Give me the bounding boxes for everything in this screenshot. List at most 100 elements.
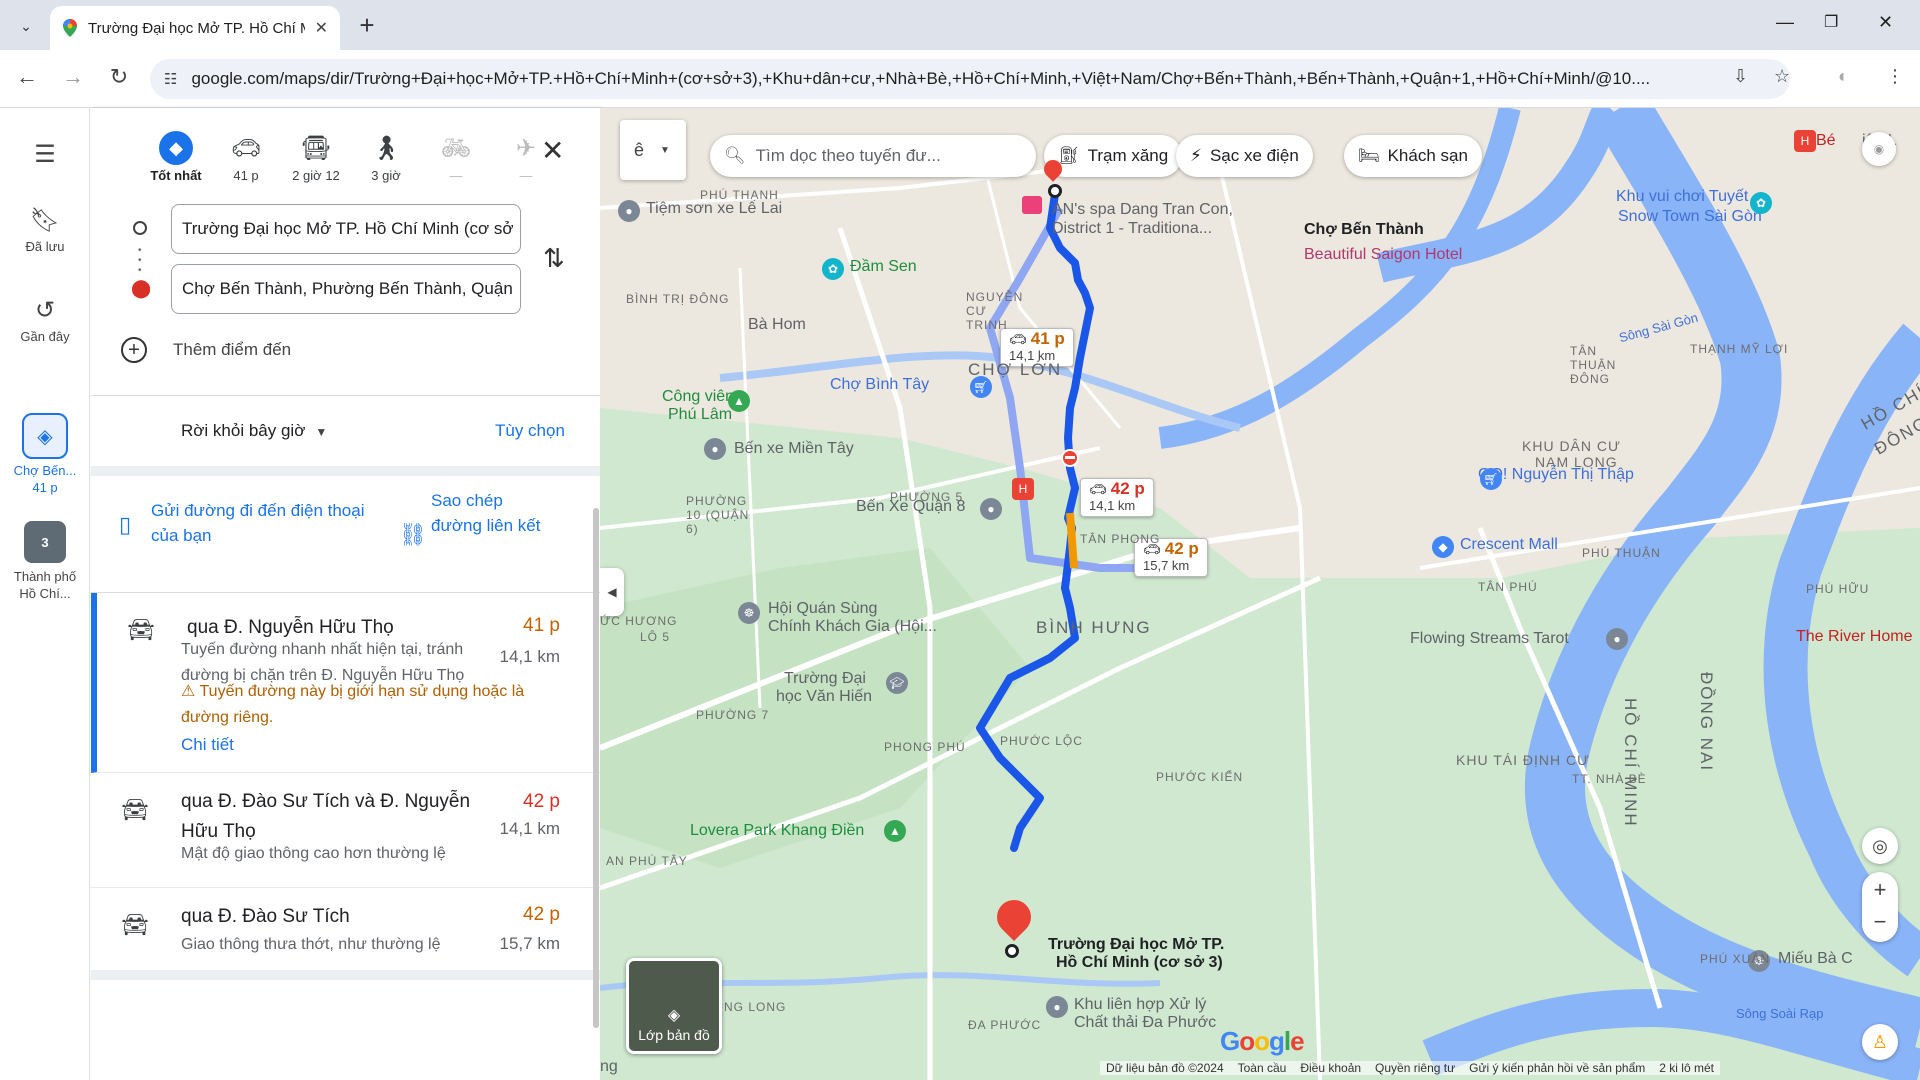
map-scale-label[interactable]: 2 ki lô mét bbox=[1659, 1061, 1714, 1075]
directions-recent-label[interactable]: Chợ Bến... 41 p bbox=[0, 462, 90, 496]
reload-icon[interactable]: ↻ bbox=[104, 64, 134, 90]
browser-menu-icon[interactable]: ⋮ bbox=[1886, 66, 1904, 87]
map-label-origin-2[interactable]: Hồ Chí Minh (cơ sở 3) bbox=[1056, 954, 1223, 972]
forward-icon[interactable]: → bbox=[58, 64, 88, 90]
footer-terms-link[interactable]: Điều khoản bbox=[1300, 1061, 1361, 1075]
shopping-cart-icon[interactable]: 🛒︎ bbox=[970, 376, 992, 398]
map-label-river-home[interactable]: The River Home bbox=[1796, 628, 1912, 646]
map-label-ben-thanh[interactable]: Chợ Bến Thành bbox=[1304, 221, 1424, 239]
map-label-spa[interactable]: AN's spa Dang Tran Con, District 1 - Tra… bbox=[1052, 200, 1242, 238]
account-avatar[interactable]: ◉ bbox=[1862, 132, 1896, 166]
map-label-phu-lam[interactable]: Phú Lâm bbox=[668, 406, 732, 424]
park-icon[interactable]: ▲ bbox=[884, 820, 906, 842]
point-of-interest-icon[interactable]: ● bbox=[1606, 628, 1628, 650]
mode-best[interactable]: ◆ Tốt nhất bbox=[141, 128, 211, 183]
map-label-van-hien[interactable]: Trường Đại bbox=[784, 670, 866, 688]
origin-input[interactable]: Trường Đại học Mở TP. Hồ Chí Minh (cơ sở bbox=[171, 204, 521, 254]
map-label-be[interactable]: Bé bbox=[1816, 132, 1836, 150]
destination-input[interactable]: Chợ Bến Thành, Phường Bến Thành, Quận bbox=[171, 264, 521, 314]
map-label-van-hien-2[interactable]: học Văn Hiến bbox=[776, 688, 872, 706]
eta-callout-2[interactable]: 🚗︎ 42 p 14,1 km bbox=[1080, 478, 1154, 517]
route-option-2[interactable]: 🚘︎ qua Đ. Đào Sư Tích và Đ. Nguyễn Hữu T… bbox=[91, 773, 600, 888]
park-icon[interactable]: ▲ bbox=[728, 390, 750, 412]
tab-search-icon[interactable]: ⌄ bbox=[12, 12, 40, 40]
bus-station-icon[interactable]: ● bbox=[980, 498, 1002, 520]
install-app-icon[interactable]: ⇩ bbox=[1733, 66, 1748, 87]
bookmark-star-icon[interactable]: ☆ bbox=[1774, 66, 1790, 87]
map-label-cong-vien[interactable]: Công viên bbox=[662, 388, 734, 406]
zoom-in-icon[interactable]: + bbox=[1874, 873, 1887, 907]
map-canvas[interactable]: ê ▼ 🔍︎ Tìm dọc theo tuyến đư... ⛽︎ Trạm x… bbox=[600, 108, 1920, 1080]
tab-close-icon[interactable]: ✕ bbox=[315, 18, 328, 38]
footer-global-link[interactable]: Toàn cầu bbox=[1238, 1061, 1287, 1075]
zoom-out-icon[interactable]: − bbox=[1874, 907, 1887, 941]
send-to-phone-icon[interactable]: ▯ bbox=[119, 512, 131, 538]
search-along-route-input[interactable]: 🔍︎ Tìm dọc theo tuyến đư... bbox=[710, 135, 1036, 177]
amusement-park-icon[interactable]: ✿ bbox=[1750, 192, 1772, 214]
mode-transit[interactable]: 🚍︎ 2 giờ 12 bbox=[281, 128, 351, 184]
worship-icon[interactable]: ☸ bbox=[738, 602, 760, 624]
map-label-chat-thai[interactable]: Chất thải Đa Phước bbox=[1074, 1014, 1216, 1032]
panel-scrollbar[interactable] bbox=[593, 508, 599, 1028]
map-label-cho-binh-tay[interactable]: Chợ Bình Tây bbox=[830, 376, 929, 394]
chip-ev-charging[interactable]: ⚡︎ Sạc xe điện bbox=[1176, 135, 1313, 177]
route-option-1[interactable]: 🚘︎ qua Đ. Nguyễn Hữu Thọ 41 p 14,1 km Tu… bbox=[91, 593, 600, 773]
map-label-khu-xu-ly[interactable]: Khu liên hợp Xử lý bbox=[1074, 996, 1206, 1014]
footer-feedback-link[interactable]: Gửi ý kiến phản hồi về sản phẩm bbox=[1469, 1061, 1645, 1075]
map-layers-button[interactable]: ◈ Lớp bản đồ bbox=[626, 958, 722, 1054]
route-options-link[interactable]: Tùy chọn bbox=[495, 421, 565, 441]
chip-gas-station[interactable]: ⛽︎ Trạm xăng bbox=[1044, 135, 1183, 177]
shopping-bag-icon[interactable]: ◆ bbox=[1432, 536, 1454, 558]
collapse-panel-button[interactable]: ◀ bbox=[600, 568, 624, 616]
map-label-hoi-quan-2[interactable]: Chính Khách Gia (Hội... bbox=[768, 618, 937, 636]
url-text[interactable]: google.com/maps/dir/Trường+Đại+học+Mở+TP… bbox=[191, 69, 1741, 89]
copy-link-button[interactable]: Sao chép đường liên kết bbox=[431, 488, 551, 538]
map-label-hotel[interactable]: Beautiful Saigon Hotel bbox=[1304, 246, 1462, 264]
minimize-icon[interactable]: — bbox=[1776, 12, 1794, 33]
extension-icon[interactable]: ◐ bbox=[1838, 66, 1849, 87]
map-label-crescent[interactable]: Crescent Mall bbox=[1460, 536, 1558, 554]
map-label-mieu[interactable]: Miếu Bà C bbox=[1778, 950, 1853, 968]
new-tab-button[interactable]: + bbox=[352, 10, 382, 41]
link-icon[interactable]: ⛓ bbox=[399, 522, 427, 548]
browser-tab[interactable]: Trường Đại học Mở TP. Hồ Chí Minh ✕ bbox=[50, 6, 340, 50]
map-label-hoi-quan[interactable]: Hội Quán Sùng bbox=[768, 600, 877, 618]
point-of-interest-icon[interactable]: ● bbox=[618, 200, 640, 222]
directions-recent-item[interactable]: ◈ bbox=[22, 413, 68, 459]
map-label-tiem-son[interactable]: Tiệm sơn xe Lê Lai bbox=[646, 200, 782, 218]
depart-time-dropdown[interactable]: Rời khỏi bây giờ ▼ bbox=[181, 421, 327, 441]
hospital-icon[interactable]: H bbox=[1012, 478, 1034, 500]
point-of-interest-icon[interactable]: ● bbox=[1046, 996, 1068, 1018]
menu-button[interactable]: ☰ bbox=[0, 140, 90, 173]
restore-icon[interactable]: ❐ bbox=[1824, 12, 1838, 32]
window-close-icon[interactable]: ✕ bbox=[1878, 12, 1893, 33]
map-label-lovera[interactable]: Lovera Park Khang Điền bbox=[690, 822, 864, 840]
recent-button[interactable]: ↺ Gần đây bbox=[0, 296, 90, 344]
school-icon[interactable]: 🎓︎ bbox=[886, 672, 908, 694]
city-recent-label[interactable]: Thành phố Hồ Chí... bbox=[0, 568, 90, 602]
my-location-button[interactable]: ◎ bbox=[1862, 828, 1898, 864]
swap-waypoints-icon[interactable]: ⇅ bbox=[543, 243, 565, 274]
site-info-icon[interactable]: ☷ bbox=[164, 70, 177, 88]
mode-bike[interactable]: 🚲︎ — bbox=[421, 128, 491, 184]
mode-car[interactable]: 🚗︎ 41 p bbox=[211, 128, 281, 184]
street-view-pegman[interactable]: ♙ bbox=[1862, 1024, 1898, 1060]
add-destination-button[interactable]: + Thêm điểm đến bbox=[121, 337, 291, 363]
map-label-origin-1[interactable]: Trường Đại học Mở TP. bbox=[1048, 936, 1224, 954]
map-label-flowing[interactable]: Flowing Streams Tarot bbox=[1410, 630, 1569, 648]
footer-privacy-link[interactable]: Quyền riêng tư bbox=[1375, 1061, 1455, 1075]
chip-hotels[interactable]: 🛏︎ Khách sạn bbox=[1344, 135, 1482, 177]
send-to-phone-link[interactable]: Gửi đường đi đến điện thoại của bạn bbox=[151, 498, 381, 548]
mode-walk[interactable]: 🚶︎ 3 giờ bbox=[351, 128, 421, 184]
back-icon[interactable]: ← bbox=[12, 64, 42, 90]
city-thumbnail[interactable]: 3 bbox=[24, 521, 66, 563]
map-label-snow[interactable]: Khu vui chơi Tuyết bbox=[1616, 188, 1748, 206]
input-tools-button[interactable]: ê ▼ bbox=[620, 120, 686, 180]
saved-button[interactable]: 🔖︎ Đã lưu bbox=[0, 206, 90, 254]
amusement-park-icon[interactable]: ✿ bbox=[822, 258, 844, 280]
map-label-snow-2[interactable]: Snow Town Sài Gòn bbox=[1618, 208, 1762, 226]
address-bar[interactable]: ☷ google.com/maps/dir/Trường+Đại+học+Mở+… bbox=[150, 59, 1790, 99]
map-label-dam-sen[interactable]: Đầm Sen bbox=[850, 258, 917, 276]
hospital-icon[interactable]: H bbox=[1794, 130, 1816, 152]
close-directions-icon[interactable]: ✕ bbox=[541, 134, 564, 167]
